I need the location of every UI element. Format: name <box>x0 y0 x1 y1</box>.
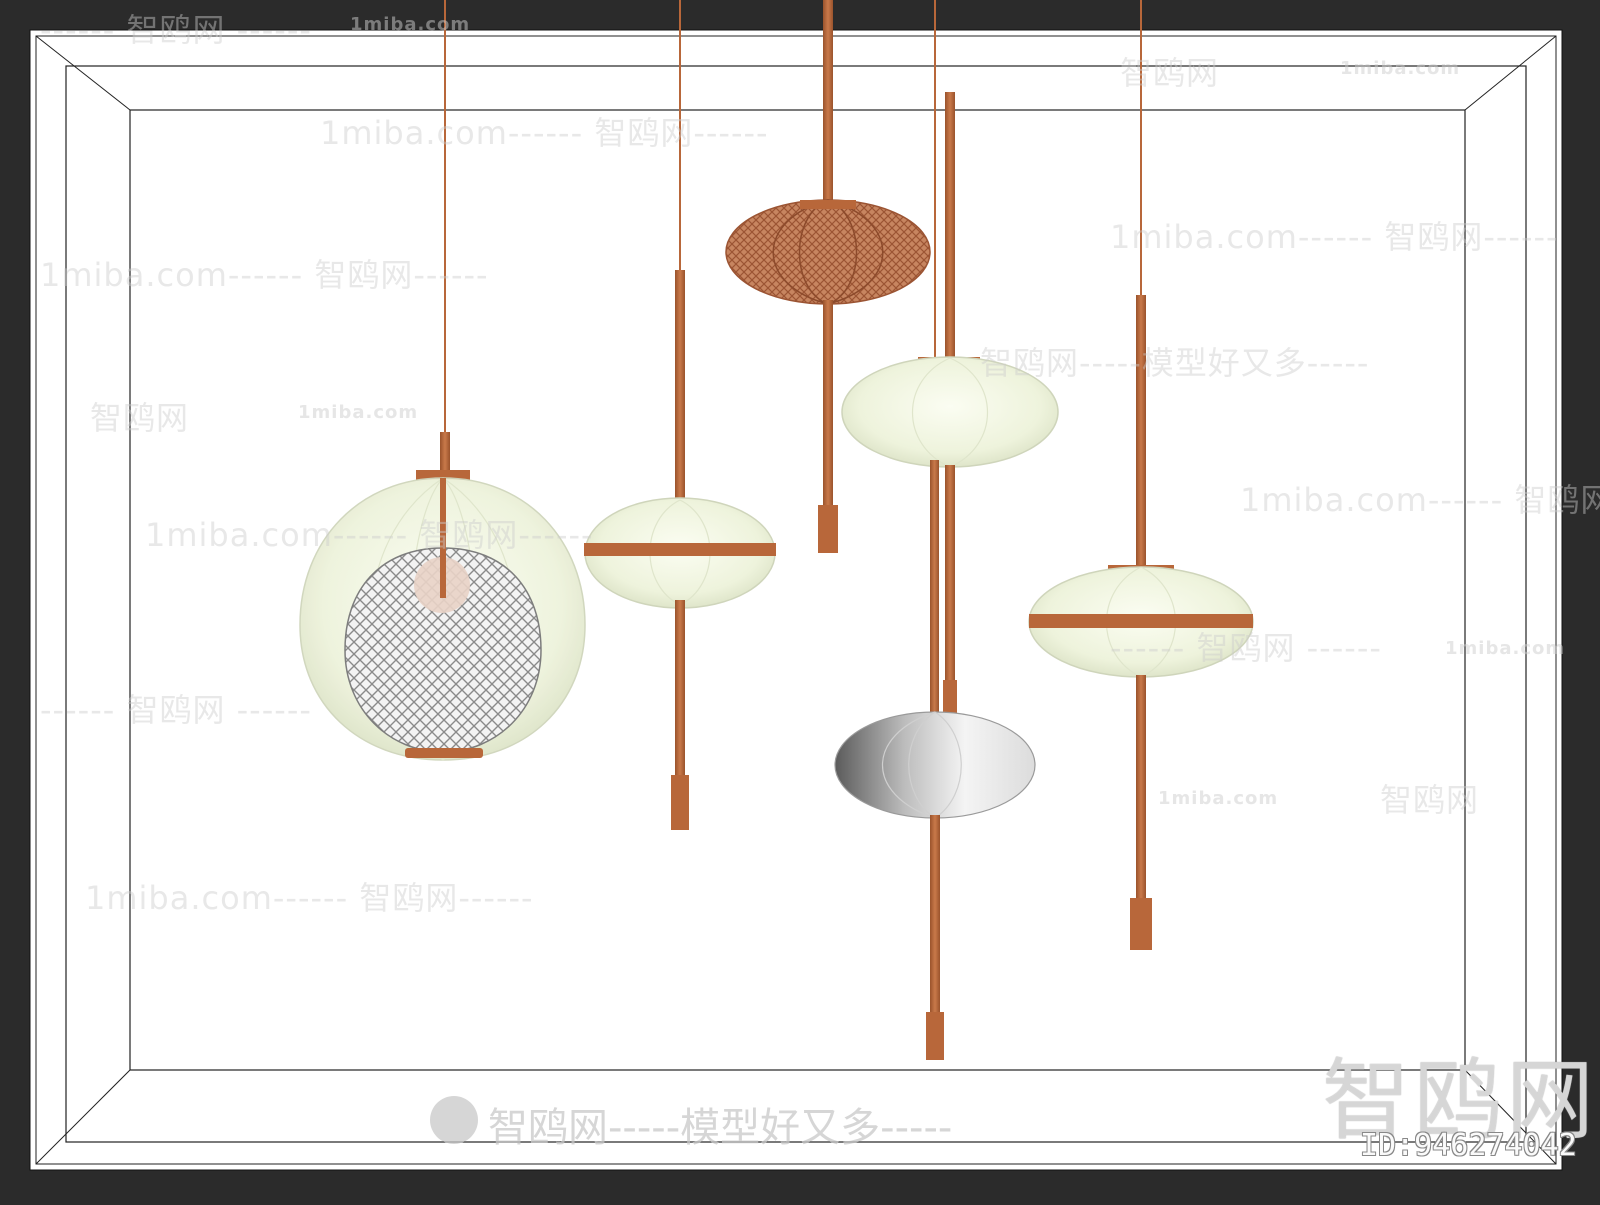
watermark-top-left: ------ 智鸥网 ------ <box>40 11 312 49</box>
canvas-frame <box>29 29 1563 1171</box>
watermark-en-right-4: 1miba.com <box>1158 788 1279 809</box>
watermark-en-left-2: 1miba.com <box>298 402 419 423</box>
watermark-left-3: 1miba.com------ 智鸥网------ <box>145 516 594 554</box>
watermark-en-right-3: 1miba.com <box>1445 638 1566 659</box>
watermark-slogan-top: 智鸥网-----模型好又多----- <box>980 344 1370 382</box>
watermark-logo-icon <box>430 1096 478 1144</box>
render-viewport: ------ 智鸥网 ------ 1miba.com 1miba.com---… <box>0 0 1600 1200</box>
watermark-en-top: 1miba.com <box>350 14 471 35</box>
watermark-top-right: 智鸥网 <box>1120 54 1220 92</box>
watermark-top-center: 1miba.com------ 智鸥网------ <box>320 114 769 152</box>
watermark-right-3: ------ 智鸥网 ------ <box>1110 629 1382 667</box>
model-id-label: ID:946274042 <box>1360 1128 1577 1163</box>
watermark-right-4: 智鸥网 <box>1380 781 1480 819</box>
watermark-left-2: 智鸥网 <box>90 399 190 437</box>
watermark-right-mid: 1miba.com------ 智鸥网------ <box>1110 218 1559 256</box>
watermark-en-top-right: 1miba.com <box>1340 58 1461 79</box>
watermark-slogan-bottom: 智鸥网-----模型好又多----- <box>488 1105 953 1151</box>
watermark-right-2: 1miba.com------ 智鸥网------ <box>1240 481 1600 519</box>
watermark-left-mid: 1miba.com------ 智鸥网------ <box>40 256 489 294</box>
watermark-left-5: 1miba.com------ 智鸥网------ <box>85 879 534 917</box>
watermark-left-4: ------ 智鸥网 ------ <box>40 691 312 729</box>
pendant-lamps-scene <box>29 0 1563 1171</box>
